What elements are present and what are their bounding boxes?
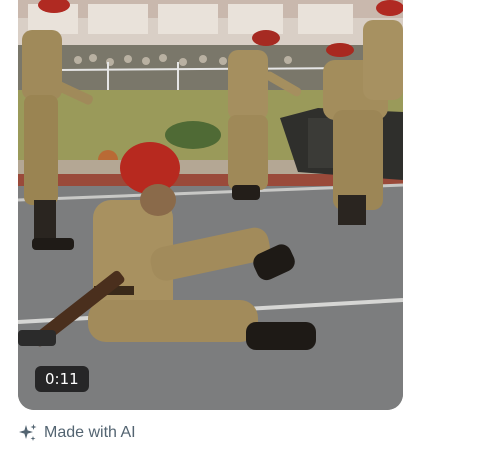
sparkle-icon <box>19 424 37 441</box>
video-card[interactable]: 0:11 <box>18 0 403 410</box>
video-duration-badge: 0:11 <box>35 366 89 392</box>
made-with-ai-text: Made with AI <box>44 424 136 441</box>
made-with-ai-label[interactable]: Made with AI <box>18 422 136 444</box>
video-thumbnail[interactable] <box>18 0 403 410</box>
